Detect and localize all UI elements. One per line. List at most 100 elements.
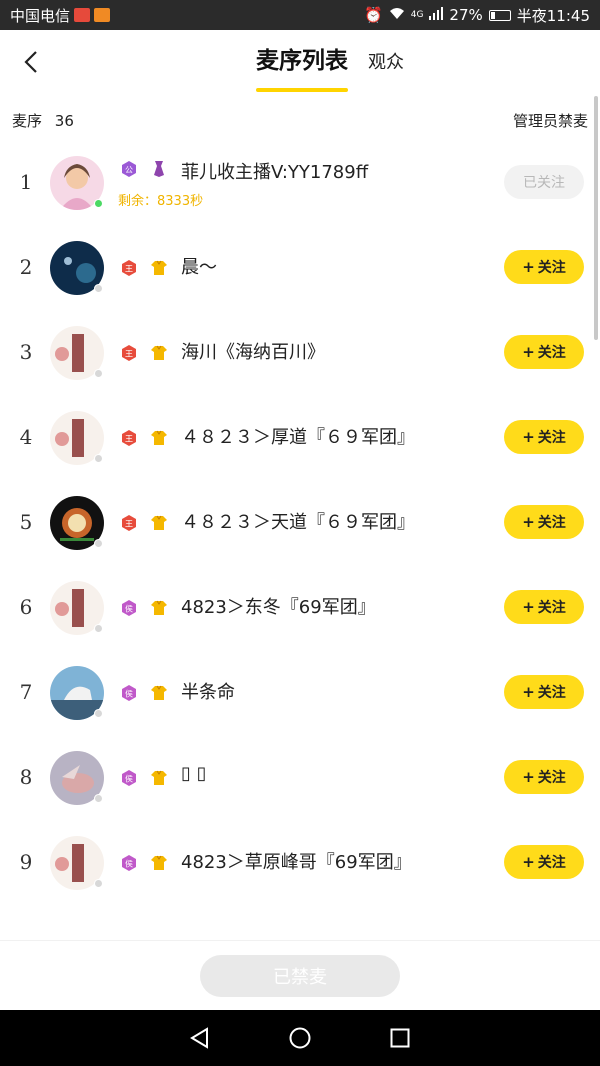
remaining-time: 剩余：8333秒 xyxy=(118,194,204,209)
tab-audience[interactable]: 观众 xyxy=(368,32,404,94)
bottom-bar: 已禁麦 xyxy=(0,940,600,1010)
plus-icon: + xyxy=(522,768,535,786)
rank-number: 9 xyxy=(19,850,33,874)
rank-number: 2 xyxy=(19,255,33,279)
tab-mic-queue[interactable]: 麦序列表 xyxy=(256,30,348,96)
list-item[interactable]: 6 侯 4823＞东冬『69军团』 + 关注 xyxy=(0,565,600,650)
rank-number: 5 xyxy=(19,510,33,534)
user-nickname: 晨～ xyxy=(181,257,217,278)
rank-number: 1 xyxy=(19,170,33,194)
follow-button[interactable]: + 关注 xyxy=(504,845,584,879)
purple-gong-icon: 公 xyxy=(120,160,138,178)
rank-number: 3 xyxy=(19,340,33,364)
followed-button[interactable]: 已关注 xyxy=(504,165,584,199)
queue-count: 36 xyxy=(54,112,74,130)
online-status-dot xyxy=(94,709,103,718)
badge-group: 王 xyxy=(120,514,168,532)
online-status-dot xyxy=(94,369,103,378)
plus-icon: + xyxy=(522,598,535,616)
list-header: 麦序 36 管理员禁麦 xyxy=(12,110,588,134)
avatar-wrap[interactable] xyxy=(50,411,104,465)
list-item[interactable]: 2 王 晨～ + 关注 xyxy=(0,225,600,310)
gold-shirt-icon xyxy=(150,599,168,617)
online-status-dot xyxy=(94,284,103,293)
svg-text:公: 公 xyxy=(125,166,133,175)
avatar-wrap[interactable] xyxy=(50,496,104,550)
user-nickname: 半条命 xyxy=(181,682,235,703)
plus-icon: + xyxy=(522,258,535,276)
follow-label: 关注 xyxy=(537,260,566,276)
list-item[interactable]: 7 侯 半条命 + 关注 xyxy=(0,650,600,735)
follow-button[interactable]: + 关注 xyxy=(504,250,584,284)
list-item[interactable]: 3 王 海川《海纳百川》 + 关注 xyxy=(0,310,600,395)
battery-icon xyxy=(488,9,511,21)
follow-button[interactable]: + 关注 xyxy=(504,335,584,369)
list-item[interactable]: 4 王 ４８２３＞厚道『６９军团』 + 关注 xyxy=(0,395,600,480)
follow-button[interactable]: + 关注 xyxy=(504,675,584,709)
svg-text:王: 王 xyxy=(125,435,133,444)
plus-icon: + xyxy=(522,513,535,531)
plus-icon: + xyxy=(522,428,535,446)
avatar-wrap[interactable] xyxy=(50,241,104,295)
back-nav-icon[interactable] xyxy=(188,1026,212,1050)
ban-mic-button[interactable]: 已禁麦 xyxy=(200,955,400,997)
home-nav-icon[interactable] xyxy=(288,1026,312,1050)
online-status-dot xyxy=(94,624,103,633)
svg-text:王: 王 xyxy=(125,350,133,359)
badge-group: 公 xyxy=(120,160,168,178)
rank-number: 8 xyxy=(19,765,33,789)
badge-group: 侯 xyxy=(120,854,168,872)
follow-button[interactable]: + 关注 xyxy=(504,505,584,539)
list-item[interactable]: 9 侯 4823＞草原峰哥『69军团』 + 关注 xyxy=(0,820,600,905)
gold-shirt-icon xyxy=(150,259,168,277)
mic-queue-list: 1 公菲儿收主播V:YY1789ff 剩余：8333秒 已关注 2 王晨～ + 关注 3 王海川《… xyxy=(0,140,600,940)
gold-shirt-icon xyxy=(150,344,168,362)
red-king-icon: 王 xyxy=(120,429,138,447)
user-nickname: 4823＞东冬『69军团』 xyxy=(181,597,376,618)
red-king-icon: 王 xyxy=(120,514,138,532)
follow-button[interactable]: + 关注 xyxy=(504,590,584,624)
gold-shirt-icon xyxy=(150,854,168,872)
rank-number: 7 xyxy=(19,680,33,704)
gold-shirt-icon xyxy=(150,769,168,787)
follow-button[interactable]: + 关注 xyxy=(504,760,584,794)
follow-label: 关注 xyxy=(537,770,566,786)
admin-ban-mic-link[interactable]: 管理员禁麦 xyxy=(513,110,588,134)
gold-shirt-icon xyxy=(150,429,168,447)
follow-label: 关注 xyxy=(537,600,566,616)
user-nickname: ４８２３＞厚道『６９军团』 xyxy=(181,427,415,448)
plus-icon: + xyxy=(522,343,535,361)
svg-text:侯: 侯 xyxy=(125,775,133,784)
user-nickname: ４８２３＞天道『６９军团』 xyxy=(181,512,415,533)
status-bar: 中国电信 ⏰ 4G 27% 半夜11:45 xyxy=(0,0,600,30)
tab-mic-queue-label: 麦序列表 xyxy=(256,48,348,74)
follow-label: 关注 xyxy=(537,515,566,531)
purple-hou-icon: 侯 xyxy=(120,684,138,702)
alarm-icon: ⏰ xyxy=(364,6,383,24)
battery-percent: 27% xyxy=(449,6,483,24)
avatar-wrap[interactable] xyxy=(50,326,104,380)
list-item[interactable]: 5 王 ４８２３＞天道『６９军团』 + 关注 xyxy=(0,480,600,565)
play-icon xyxy=(94,8,111,22)
online-status-dot xyxy=(94,794,103,803)
svg-text:侯: 侯 xyxy=(125,605,133,614)
recents-nav-icon[interactable] xyxy=(388,1026,412,1050)
rank-number: 6 xyxy=(19,595,33,619)
follow-button[interactable]: + 关注 xyxy=(504,420,584,454)
avatar-wrap[interactable] xyxy=(50,751,104,805)
list-item[interactable]: 8 侯 ▯ ▯ + 关注 xyxy=(0,735,600,820)
svg-text:侯: 侯 xyxy=(125,860,133,869)
badge-group: 侯 xyxy=(120,684,168,702)
gold-shirt-icon xyxy=(150,684,168,702)
avatar-wrap[interactable] xyxy=(50,836,104,890)
header: 麦序列表 观众 xyxy=(0,30,600,96)
avatar-wrap[interactable] xyxy=(50,666,104,720)
avatar-wrap[interactable] xyxy=(50,581,104,635)
avatar-wrap[interactable] xyxy=(50,156,104,210)
badge-group: 王 xyxy=(120,344,168,362)
list-item[interactable]: 1 公 菲儿收主播V:YY1789ff 剩余：8333秒 已关注 xyxy=(0,140,600,225)
user-nickname: ▯ ▯ xyxy=(181,763,207,784)
network-type: 4G xyxy=(410,10,424,20)
purple-hou-icon: 侯 xyxy=(120,769,138,787)
purple-hou-icon: 侯 xyxy=(120,854,138,872)
